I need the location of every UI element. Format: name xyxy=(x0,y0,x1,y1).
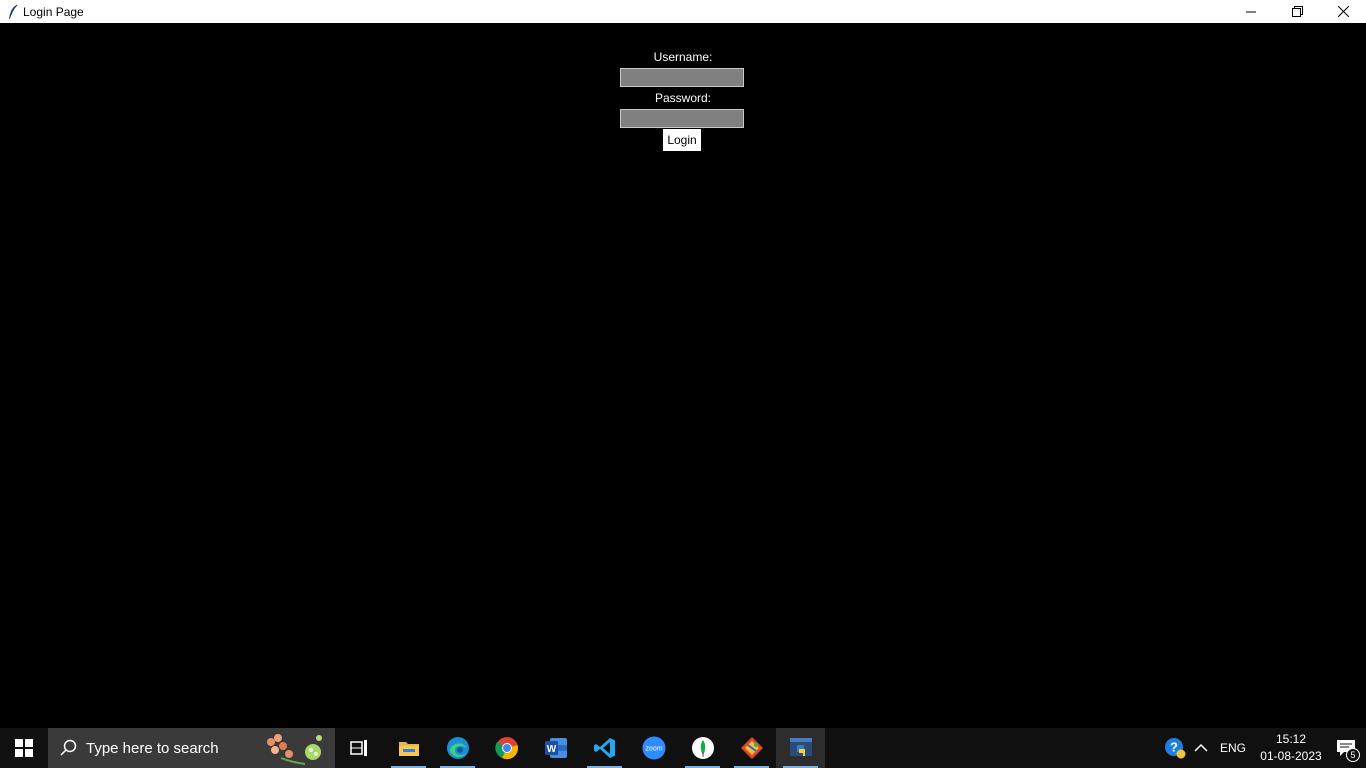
chrome-button[interactable] xyxy=(482,728,531,768)
git-gui-icon xyxy=(740,737,763,759)
folder-icon xyxy=(398,742,419,756)
svg-text:?: ? xyxy=(1170,740,1178,755)
mongodb-leaf-icon xyxy=(691,737,714,759)
clock[interactable]: 15:12 01-08-2023 xyxy=(1256,731,1326,765)
search-placeholder: Type here to search xyxy=(86,739,219,757)
file-explorer-button[interactable] xyxy=(384,728,433,768)
system-tray: ? ENG 15:12 01-08-2023 5 xyxy=(1162,728,1366,768)
taskbar: Type here to search W zoom ? ENG 15:12 0… xyxy=(0,728,1366,768)
edge-button[interactable] xyxy=(433,728,482,768)
clock-time: 15:12 xyxy=(1275,732,1307,746)
username-label: Username: xyxy=(653,50,713,64)
restore-icon xyxy=(1291,6,1303,17)
vscode-icon xyxy=(593,738,615,758)
login-button[interactable]: Login xyxy=(662,128,702,152)
windows-logo-icon xyxy=(15,739,33,757)
window-controls xyxy=(1228,0,1366,23)
show-hidden-icons-button[interactable] xyxy=(1188,728,1214,768)
python-app-button[interactable] xyxy=(776,728,825,768)
notification-center-button[interactable]: 5 xyxy=(1326,728,1366,768)
mongodb-compass-button[interactable] xyxy=(678,728,727,768)
task-view-icon xyxy=(349,740,367,756)
help-tray-button[interactable]: ? xyxy=(1162,728,1188,768)
language-indicator[interactable]: ENG xyxy=(1220,741,1246,755)
password-input[interactable] xyxy=(620,109,744,128)
edge-browser-icon xyxy=(446,737,469,759)
task-view-button[interactable] xyxy=(335,728,384,768)
minimize-button[interactable] xyxy=(1228,0,1274,23)
zoom-button[interactable]: zoom xyxy=(629,728,678,768)
window-client-area: Username: Password: Login xyxy=(0,23,1366,728)
chevron-up-icon xyxy=(1194,743,1208,752)
search-highlight-art-icon xyxy=(267,734,322,765)
start-button[interactable] xyxy=(0,728,48,768)
zoom-icon-label: zoom xyxy=(645,746,662,753)
chrome-browser-icon xyxy=(494,737,518,760)
svg-text:W: W xyxy=(546,744,556,755)
clock-date: 01-08-2023 xyxy=(1260,749,1322,763)
search-icon xyxy=(60,739,78,757)
vscode-button[interactable] xyxy=(580,728,629,768)
word-icon: W xyxy=(544,738,567,758)
username-input[interactable] xyxy=(620,68,744,87)
password-label: Password: xyxy=(654,91,712,105)
restore-button[interactable] xyxy=(1274,0,1320,23)
feather-icon xyxy=(4,3,22,21)
close-button[interactable] xyxy=(1320,0,1366,23)
notification-count-badge: 5 xyxy=(1346,748,1360,762)
word-button[interactable]: W xyxy=(531,728,580,768)
close-icon xyxy=(1337,6,1349,17)
login-form: Username: Password: Login xyxy=(620,46,746,152)
window-title: Login Page xyxy=(23,4,84,19)
minimize-icon xyxy=(1246,11,1256,12)
python-window-icon xyxy=(789,738,812,756)
help-icon: ? xyxy=(1164,738,1186,759)
zoom-icon: zoom xyxy=(642,736,665,760)
git-gui-button[interactable] xyxy=(727,728,776,768)
search-box[interactable]: Type here to search xyxy=(48,728,335,768)
window-titlebar[interactable]: Login Page xyxy=(0,0,1366,23)
